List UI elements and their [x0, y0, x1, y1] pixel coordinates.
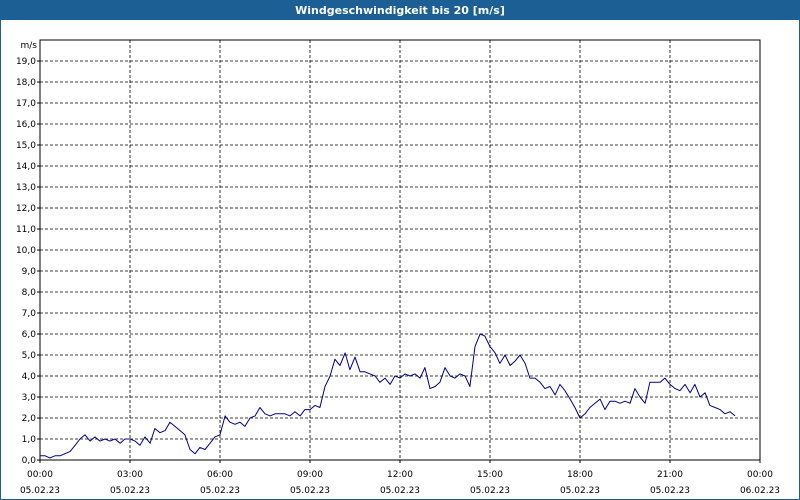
y-tick-label: 6,0: [22, 330, 37, 340]
y-tick-label: 0,0: [22, 456, 37, 466]
x-tick-label-time: 12:00: [387, 470, 413, 480]
y-tick-label: 5,0: [22, 351, 37, 361]
y-tick-label: 9,0: [22, 267, 37, 277]
x-tick-label-time: 03:00: [117, 470, 143, 480]
y-tick-label: 4,0: [22, 372, 37, 382]
y-axis-ticks: 0,0 1,0 2,0 3,0 4,0 5,0 6,0 7,0 8,0 9,0 10,0 11,0 12…: [16, 57, 40, 466]
x-tick-label-date: 05.02.23: [290, 486, 330, 496]
x-tick-label-time: 09:00: [297, 470, 323, 480]
x-tick-label-time: 00:00: [27, 470, 53, 480]
y-tick-label: 18,0: [16, 78, 36, 88]
y-tick-label: 17,0: [16, 99, 36, 109]
y-tick-label: 14,0: [16, 162, 36, 172]
y-tick-label: 15,0: [16, 141, 36, 151]
x-tick-label-time: 21:00: [657, 470, 683, 480]
y-axis-unit-label: m/s: [21, 41, 38, 51]
x-tick-label-date: 05.02.23: [200, 486, 240, 496]
x-tick-label-time: 18:00: [567, 470, 593, 480]
x-tick-label-date: 05.02.23: [650, 486, 690, 496]
y-tick-label: 10,0: [16, 246, 36, 256]
y-tick-label: 13,0: [16, 183, 36, 193]
y-tick-label: 1,0: [22, 435, 37, 445]
x-axis-ticks: 00:00 05.02.23 03:00 05.02.23 06:00 05.02.23 0…: [20, 460, 780, 496]
y-tick-label: 19,0: [16, 57, 36, 67]
x-tick-label-date: 05.02.23: [560, 486, 600, 496]
wind-speed-chart: m/s 0,0 1,0 2,0 3,0 4,0 5,0 6,0 7,0 8,0 9,0 10,0 11…: [16, 39, 780, 496]
y-tick-label: 16,0: [16, 120, 36, 130]
x-tick-label-date: 05.02.23: [470, 486, 510, 496]
y-tick-label: 11,0: [16, 225, 36, 235]
x-tick-label-time: 00:00: [747, 470, 773, 480]
grid-lines: [40, 40, 760, 460]
y-tick-label: 12,0: [16, 204, 36, 214]
x-tick-label-date: 05.02.23: [380, 486, 420, 496]
y-tick-label: 8,0: [22, 288, 37, 298]
x-tick-label-time: 06:00: [207, 470, 233, 480]
x-tick-label-date: 05.02.23: [110, 486, 150, 496]
x-tick-label-date: 06.02.23: [740, 486, 780, 496]
x-tick-label-date: 05.02.23: [20, 486, 60, 496]
y-tick-label: 2,0: [22, 414, 37, 424]
y-tick-label: 7,0: [22, 309, 37, 319]
x-tick-label-time: 15:00: [477, 470, 503, 480]
y-tick-label: 3,0: [22, 393, 37, 403]
